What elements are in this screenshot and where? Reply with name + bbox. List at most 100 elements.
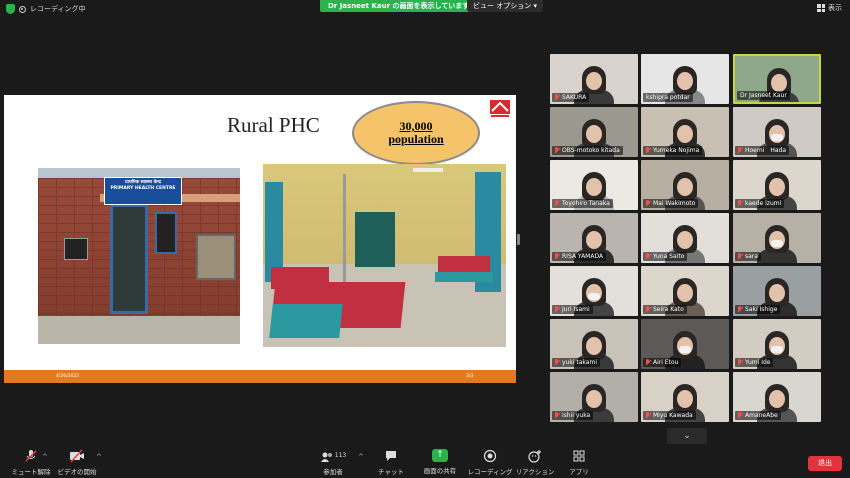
recording-label: レコーディング中 — [30, 5, 86, 13]
microphone-muted-icon — [554, 359, 560, 366]
participant-video-face — [677, 125, 693, 143]
participant-tile[interactable]: AmaneAbe — [733, 372, 821, 422]
participant-tile[interactable]: Airi Etou — [641, 319, 729, 369]
microphone-muted-icon — [645, 253, 651, 260]
participant-tile[interactable]: Saki Ishige — [733, 266, 821, 316]
microphone-muted-icon — [554, 306, 560, 313]
microphone-muted-icon — [737, 359, 743, 366]
apps-button[interactable]: アプリ — [552, 449, 606, 476]
reactions-label: リアクション — [515, 468, 555, 476]
participants-label: 参加者 — [323, 468, 343, 476]
share-screen-icon: ↑ — [432, 449, 448, 462]
gallery-expand-button[interactable]: ⌄ — [667, 428, 707, 444]
participant-name-label: Yuna Saito — [643, 252, 688, 261]
participant-name: Miyu Kawada — [653, 412, 693, 419]
view-options-button[interactable]: ビュー オプション ▾ — [467, 0, 543, 12]
participant-tile[interactable]: Hoemi Hada — [733, 107, 821, 157]
population-label: population — [388, 132, 444, 146]
microphone-muted-icon — [645, 147, 651, 154]
audio-options-caret[interactable]: ^ — [42, 453, 48, 461]
participant-name-label: SAKURA — [552, 93, 590, 102]
participant-tile[interactable]: RISA YAMADA — [550, 213, 638, 263]
participant-name-label: Hoemi Hada — [735, 146, 790, 155]
participant-video-face — [586, 125, 602, 143]
split-resize-handle[interactable] — [517, 234, 520, 245]
participant-tile[interactable]: Yuna Saito — [641, 213, 729, 263]
participant-name: AmaneAbe — [745, 412, 778, 419]
microphone-muted-icon — [645, 306, 651, 313]
slide-page-number: 3/3 — [466, 374, 474, 379]
participant-name-label: yuki takami — [552, 358, 600, 367]
participant-name: Yumi Ide — [745, 359, 771, 366]
apps-icon — [573, 450, 585, 462]
slide-title: Rural PHC — [227, 113, 320, 137]
screen-share-banner: Dr Jasneet Kaur の画面を表示しています — [320, 0, 478, 12]
participant-name: Juri Isami — [562, 306, 590, 313]
participant-name: Mai Wakimoto — [653, 200, 696, 207]
participant-name-label: Yumeka Nojima — [643, 146, 703, 155]
participant-video-face — [586, 390, 602, 408]
participant-video-face — [586, 231, 602, 249]
participant-video-face — [586, 178, 602, 196]
security-shield-icon[interactable] — [6, 4, 15, 14]
participant-tile[interactable]: Toyohiro Tanaka — [550, 160, 638, 210]
participant-tile[interactable]: kshipra potdar — [641, 54, 729, 104]
microphone-muted-icon — [554, 94, 560, 101]
slide-footer: 4/26/2022 3/3 — [4, 370, 516, 383]
recording-indicator[interactable]: レコーディング中 — [6, 4, 86, 14]
participant-name-label: Yumi Ide — [735, 358, 774, 367]
participant-video-face — [677, 390, 693, 408]
face-mask — [679, 346, 691, 353]
participant-name: Airi Etou — [653, 359, 679, 366]
chat-icon — [386, 451, 396, 461]
population-bubble: 30,000 population — [352, 101, 480, 165]
face-mask — [771, 346, 783, 353]
participant-tile[interactable]: OBS-motoko kitada — [550, 107, 638, 157]
participant-name-label: Miyu Kawada — [643, 411, 696, 420]
apps-label: アプリ — [569, 468, 589, 476]
participant-tile[interactable]: sara — [733, 213, 821, 263]
slide-date: 4/26/2022 — [56, 374, 80, 379]
chat-label: チャット — [378, 468, 404, 476]
phc-signboard: प्राथमिक स्वास्थ्य केन्द्र PRIMARY HEALT… — [104, 177, 182, 205]
microphone-muted-icon — [25, 450, 37, 462]
share-screen-button[interactable]: ↑ 画面の共有 — [413, 449, 467, 475]
microphone-muted-icon — [554, 200, 560, 207]
participant-name-label: Toyohiro Tanaka — [552, 199, 613, 208]
participants-button[interactable]: 113 参加者 — [306, 449, 360, 476]
participant-name: SAKURA — [562, 94, 587, 101]
participants-options-caret[interactable]: ^ — [358, 453, 364, 461]
participant-tile[interactable]: kaede izumi — [733, 160, 821, 210]
participant-tile[interactable]: Miyu Kawada — [641, 372, 729, 422]
phc-building-photo: प्राथमिक स्वास्थ्य केन्द्र PRIMARY HEALT… — [38, 168, 240, 344]
participant-name: ishii yuka — [562, 412, 591, 419]
participant-name-label: kshipra potdar — [643, 93, 693, 102]
display-label: 表示 — [828, 4, 842, 12]
microphone-muted-icon — [737, 306, 743, 313]
chat-button[interactable]: チャット — [364, 449, 418, 476]
record-label: レコーディング — [467, 468, 513, 476]
participant-tile[interactable]: Seira Kato — [641, 266, 729, 316]
participant-tile[interactable]: Dr Jasneet Kaur — [733, 54, 821, 104]
video-options-caret[interactable]: ^ — [96, 453, 102, 461]
participant-name: Toyohiro Tanaka — [562, 200, 610, 207]
participant-name: Saki Ishige — [745, 306, 778, 313]
participant-name-label: Juri Isami — [552, 305, 593, 314]
display-button[interactable]: 表示 — [817, 3, 842, 13]
participant-tile[interactable]: SAKURA — [550, 54, 638, 104]
participant-tile[interactable]: Mai Wakimoto — [641, 160, 729, 210]
participant-tile[interactable]: Yumi Ide — [733, 319, 821, 369]
participant-tile[interactable]: Juri Isami — [550, 266, 638, 316]
microphone-muted-icon — [737, 147, 743, 154]
participant-name: OBS-motoko kitada — [562, 147, 620, 154]
participant-tile[interactable]: Yumeka Nojima — [641, 107, 729, 157]
video-off-icon — [70, 449, 84, 463]
microphone-muted-icon — [737, 412, 743, 419]
participant-video-face — [769, 178, 785, 196]
participant-video-face — [586, 72, 602, 90]
participant-tile[interactable]: ishii yuka — [550, 372, 638, 422]
leave-meeting-button[interactable]: 退出 — [808, 456, 842, 471]
participant-tile[interactable]: yuki takami — [550, 319, 638, 369]
shared-screen-slide: Rural PHC 30,000 population प्राथमिक स्व… — [4, 95, 516, 383]
microphone-muted-icon — [645, 412, 651, 419]
